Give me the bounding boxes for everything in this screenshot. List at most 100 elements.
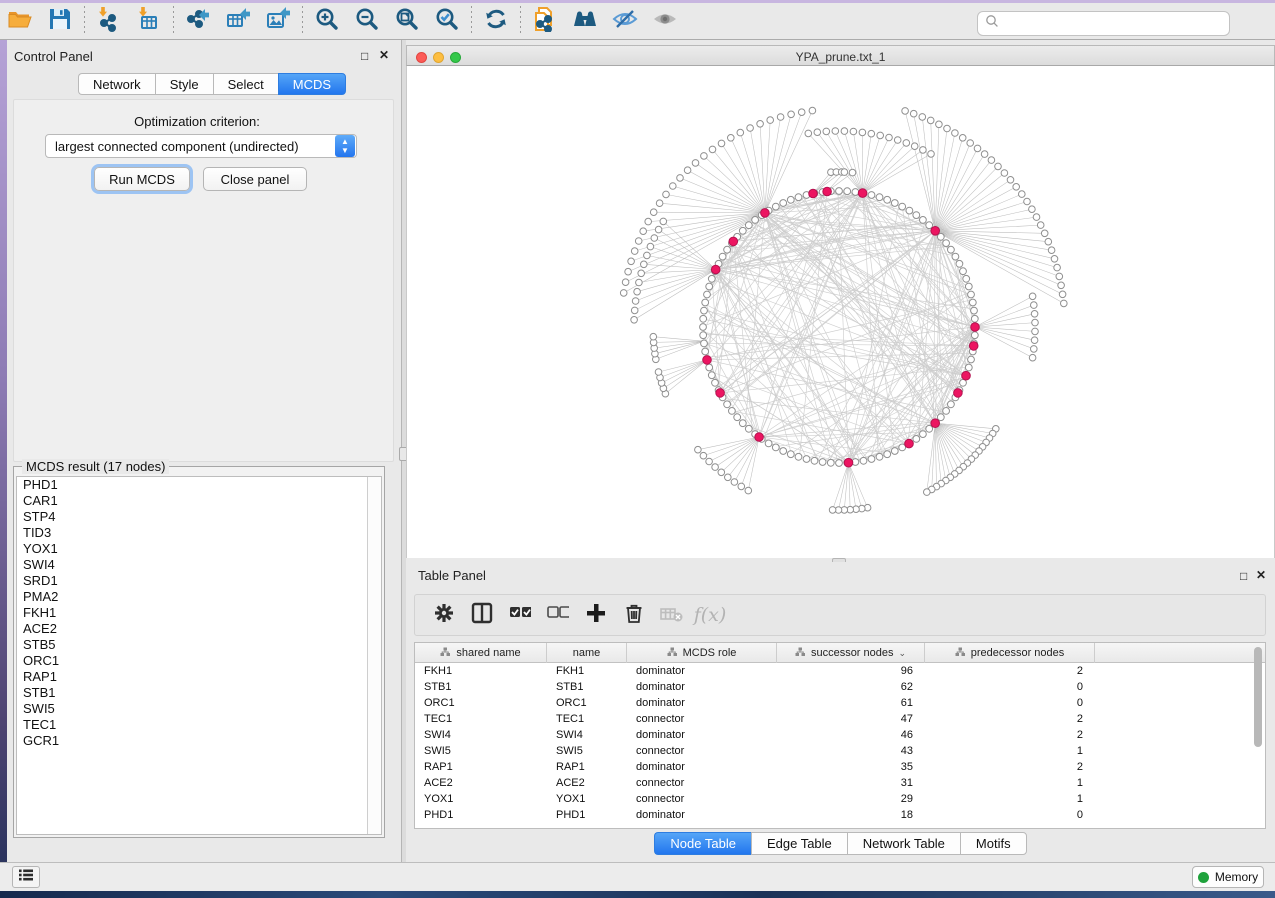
satellite-node[interactable] bbox=[747, 125, 754, 132]
ring-node[interactable] bbox=[937, 414, 944, 421]
ring-node[interactable] bbox=[724, 246, 731, 253]
dominator-node[interactable] bbox=[823, 187, 832, 196]
ring-node[interactable] bbox=[906, 207, 913, 214]
satellite-node[interactable] bbox=[655, 369, 662, 376]
mcds-result-item[interactable]: ORC1 bbox=[17, 653, 381, 669]
satellite-node[interactable] bbox=[981, 151, 988, 158]
satellite-node[interactable] bbox=[1056, 273, 1063, 280]
ring-node[interactable] bbox=[963, 275, 970, 282]
satellite-node[interactable] bbox=[1032, 319, 1039, 326]
dominator-node[interactable] bbox=[969, 342, 978, 351]
ring-node[interactable] bbox=[702, 299, 709, 306]
deselect-all-button[interactable] bbox=[539, 598, 577, 632]
ring-node[interactable] bbox=[739, 227, 746, 234]
tab-edge-table[interactable]: Edge Table bbox=[751, 832, 847, 855]
tab-node-table[interactable]: Node Table bbox=[654, 832, 751, 855]
table-row[interactable]: FKH1FKH1dominator962 bbox=[415, 663, 1265, 679]
satellite-node[interactable] bbox=[1037, 222, 1044, 229]
network-window-titlebar[interactable]: YPA_prune.txt_1 bbox=[406, 45, 1275, 66]
ring-node[interactable] bbox=[712, 379, 719, 386]
table-panel-close-icon[interactable]: ✕ bbox=[1256, 568, 1266, 582]
column-header-MCDS-role[interactable]: MCDS role bbox=[627, 643, 777, 663]
network-view[interactable] bbox=[406, 66, 1275, 558]
network-graph[interactable] bbox=[407, 66, 1274, 556]
maximize-traffic-light-icon[interactable] bbox=[450, 52, 461, 63]
ring-node[interactable] bbox=[772, 203, 779, 210]
satellite-node[interactable] bbox=[1045, 238, 1052, 245]
ring-node[interactable] bbox=[795, 453, 802, 460]
ring-node[interactable] bbox=[719, 253, 726, 260]
satellite-node[interactable] bbox=[638, 270, 645, 277]
dominator-node[interactable] bbox=[761, 209, 770, 218]
satellite-node[interactable] bbox=[712, 464, 719, 471]
satellite-node[interactable] bbox=[656, 200, 663, 207]
satellite-node[interactable] bbox=[1007, 177, 1014, 184]
satellite-node[interactable] bbox=[620, 290, 627, 297]
ring-node[interactable] bbox=[752, 217, 759, 224]
minimize-traffic-light-icon[interactable] bbox=[433, 52, 444, 63]
satellite-node[interactable] bbox=[859, 129, 866, 136]
satellite-node[interactable] bbox=[967, 140, 974, 147]
satellite-node[interactable] bbox=[738, 483, 745, 490]
hide-selected-button[interactable] bbox=[605, 5, 645, 37]
control-panel-float-icon[interactable]: □ bbox=[361, 49, 368, 63]
satellite-node[interactable] bbox=[1059, 291, 1066, 298]
export-network-button[interactable] bbox=[178, 5, 218, 37]
mcds-result-list[interactable]: PHD1CAR1STP4TID3YOX1SWI4SRD1PMA2FKH1ACE2… bbox=[16, 476, 382, 835]
satellite-node[interactable] bbox=[798, 109, 805, 116]
satellite-node[interactable] bbox=[944, 125, 951, 132]
ring-node[interactable] bbox=[868, 456, 875, 463]
satellite-node[interactable] bbox=[1061, 300, 1068, 307]
satellite-node[interactable] bbox=[841, 128, 848, 135]
satellite-node[interactable] bbox=[903, 140, 910, 147]
ring-node[interactable] bbox=[734, 414, 741, 421]
ring-node[interactable] bbox=[704, 291, 711, 298]
satellite-node[interactable] bbox=[663, 191, 670, 198]
zoom-fit-button[interactable] bbox=[387, 5, 427, 37]
tab-motifs[interactable]: Motifs bbox=[960, 832, 1027, 855]
satellite-node[interactable] bbox=[737, 129, 744, 136]
ring-node[interactable] bbox=[971, 332, 978, 339]
dominator-node[interactable] bbox=[954, 389, 963, 398]
satellite-node[interactable] bbox=[650, 209, 657, 216]
close-traffic-light-icon[interactable] bbox=[416, 52, 427, 63]
satellite-node[interactable] bbox=[959, 135, 966, 142]
satellite-node[interactable] bbox=[625, 268, 632, 275]
satellite-node[interactable] bbox=[631, 307, 638, 314]
ring-node[interactable] bbox=[968, 356, 975, 363]
satellite-node[interactable] bbox=[919, 114, 926, 121]
table-row[interactable]: STB1STB1dominator620 bbox=[415, 679, 1265, 695]
ring-node[interactable] bbox=[965, 364, 972, 371]
zoom-in-button[interactable] bbox=[307, 5, 347, 37]
satellite-node[interactable] bbox=[1058, 282, 1065, 289]
mcds-result-item[interactable]: TEC1 bbox=[17, 717, 381, 733]
ring-node[interactable] bbox=[701, 340, 708, 347]
satellite-node[interactable] bbox=[995, 163, 1002, 170]
satellite-node[interactable] bbox=[829, 507, 836, 514]
ring-node[interactable] bbox=[780, 200, 787, 207]
satellite-node[interactable] bbox=[1031, 302, 1038, 309]
refresh-button[interactable] bbox=[476, 5, 516, 37]
ring-node[interactable] bbox=[884, 196, 891, 203]
mcds-result-item[interactable]: STB5 bbox=[17, 637, 381, 653]
satellite-node[interactable] bbox=[1029, 206, 1036, 213]
control-panel-close-icon[interactable]: ✕ bbox=[379, 48, 389, 62]
mcds-result-item[interactable]: CAR1 bbox=[17, 493, 381, 509]
ring-node[interactable] bbox=[876, 194, 883, 201]
satellite-node[interactable] bbox=[641, 261, 648, 268]
import-network-button[interactable] bbox=[89, 5, 129, 37]
satellite-node[interactable] bbox=[634, 288, 641, 295]
column-header-name[interactable]: name bbox=[547, 643, 627, 663]
mcds-result-item[interactable]: GCR1 bbox=[17, 733, 381, 749]
ring-node[interactable] bbox=[803, 456, 810, 463]
mcds-result-item[interactable]: STP4 bbox=[17, 509, 381, 525]
satellite-node[interactable] bbox=[1031, 337, 1038, 344]
satellite-node[interactable] bbox=[650, 333, 657, 340]
satellite-node[interactable] bbox=[670, 183, 677, 190]
export-image-button[interactable] bbox=[258, 5, 298, 37]
ring-node[interactable] bbox=[913, 436, 920, 443]
select-all-button[interactable] bbox=[501, 598, 539, 632]
tab-mcds[interactable]: MCDS bbox=[278, 73, 346, 95]
node-table-scrollbar-thumb[interactable] bbox=[1254, 647, 1262, 747]
ring-node[interactable] bbox=[787, 196, 794, 203]
